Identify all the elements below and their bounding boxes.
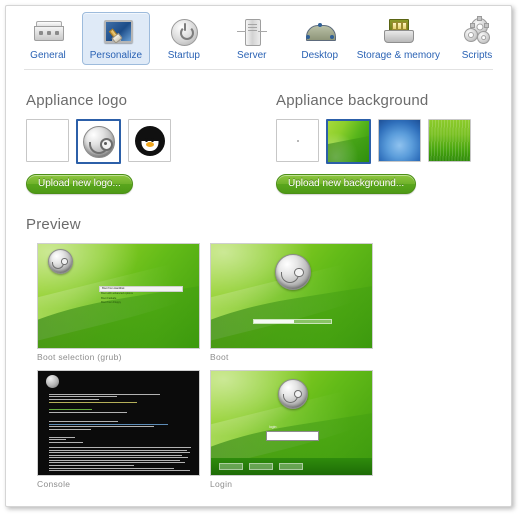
toolbar-item-desktop[interactable]: Desktop: [286, 12, 354, 65]
boot-progress-bar: [252, 318, 333, 324]
toolbar-label: Startup: [167, 50, 200, 61]
preview-section: Preview Boot from Harddisk Boot with adv…: [6, 194, 511, 489]
logo-swatch-list: [26, 119, 276, 164]
logo-option-none[interactable]: [26, 119, 69, 162]
preview-item-login: login: Login: [210, 370, 375, 489]
preview-label: Login: [210, 479, 233, 489]
background-option-blue-radial[interactable]: [378, 119, 421, 162]
preview-label: Console: [37, 479, 71, 489]
background-option-green-swoosh[interactable]: [326, 119, 371, 164]
logo-badge: [277, 379, 308, 410]
preview-thumbnail-grub[interactable]: Boot from Harddisk Boot with advanced op…: [37, 243, 200, 349]
toolbar-label: Storage & memory: [356, 50, 441, 61]
logo-option-geeko[interactable]: [76, 119, 121, 164]
preview-label: Boot selection (grub): [37, 352, 122, 362]
tux-penguin-icon: [134, 125, 165, 156]
background-option-none[interactable]: [276, 119, 319, 162]
grub-menu: Boot from Harddisk Boot with advanced op…: [99, 285, 183, 306]
settings-window: General Personalize Startup Server Deskt…: [5, 5, 512, 507]
login-input[interactable]: [265, 431, 320, 442]
hard-drive-memory-icon: [381, 17, 415, 47]
toolbar-item-personalize[interactable]: Personalize: [81, 12, 150, 65]
preview-label: Boot: [210, 352, 229, 362]
login-prompt-label: login:: [268, 425, 278, 430]
section-title: Appliance background: [276, 92, 429, 109]
appliance-logo-section: Appliance logo Upload new logo...: [26, 92, 276, 194]
upload-new-logo-button[interactable]: Upload new logo...: [26, 174, 133, 194]
personalize-row: Appliance logo Upload new logo... Applia…: [6, 82, 511, 194]
monitor-brush-icon: [99, 17, 133, 47]
toolbar-label: Desktop: [301, 50, 339, 61]
toolbar-label: General: [30, 50, 66, 61]
grub-menu-item[interactable]: Boot from Floppy: [99, 301, 183, 306]
preview-thumbnail-boot[interactable]: [210, 243, 373, 349]
preview-item-console: Console: [37, 370, 202, 489]
login-reboot-button[interactable]: [219, 462, 244, 470]
login-button-bar: [219, 462, 304, 470]
server-tower-icon: [235, 17, 269, 47]
preview-item-boot: Boot: [210, 243, 375, 362]
power-icon: [167, 17, 201, 47]
toolbar-item-startup[interactable]: Startup: [150, 12, 218, 65]
preview-item-grub: Boot from Harddisk Boot with advanced op…: [37, 243, 202, 362]
logo-option-tux[interactable]: [128, 119, 171, 162]
card-reader-icon: [31, 17, 65, 47]
login-language-button[interactable]: [249, 462, 274, 470]
upload-new-background-button[interactable]: Upload new background...: [276, 174, 417, 194]
toolbar-item-server[interactable]: Server: [218, 12, 286, 65]
logo-badge: [274, 254, 311, 291]
section-title: Preview: [26, 216, 81, 233]
toolbar-label: Personalize: [89, 50, 143, 61]
background-option-green-rays[interactable]: [428, 119, 471, 162]
toolbar-item-scripts[interactable]: Scripts: [443, 12, 511, 65]
toolbar-item-general[interactable]: General: [14, 12, 82, 65]
appliance-background-section: Appliance background Upload new backgrou…: [276, 92, 506, 194]
section-title: Appliance logo: [26, 92, 128, 109]
desktop-dome-icon: [303, 17, 337, 47]
preview-grid: Boot from Harddisk Boot with advanced op…: [37, 243, 511, 489]
background-swatch-list: [276, 119, 506, 164]
logo-badge: [47, 249, 73, 275]
opensuse-geeko-icon: [82, 125, 115, 158]
preview-thumbnail-login[interactable]: login:: [210, 370, 373, 476]
toolbar-item-storage-memory[interactable]: Storage & memory: [354, 12, 443, 65]
content-area: Appliance logo Upload new logo... Applia…: [6, 70, 511, 489]
preview-thumbnail-console[interactable]: [37, 370, 200, 476]
toolbar-label: Scripts: [461, 50, 493, 61]
login-shutdown-button[interactable]: [279, 462, 304, 470]
toolbar-label: Server: [237, 50, 267, 61]
toolbar: General Personalize Startup Server Deskt…: [6, 6, 511, 70]
gears-icon: [460, 16, 494, 47]
